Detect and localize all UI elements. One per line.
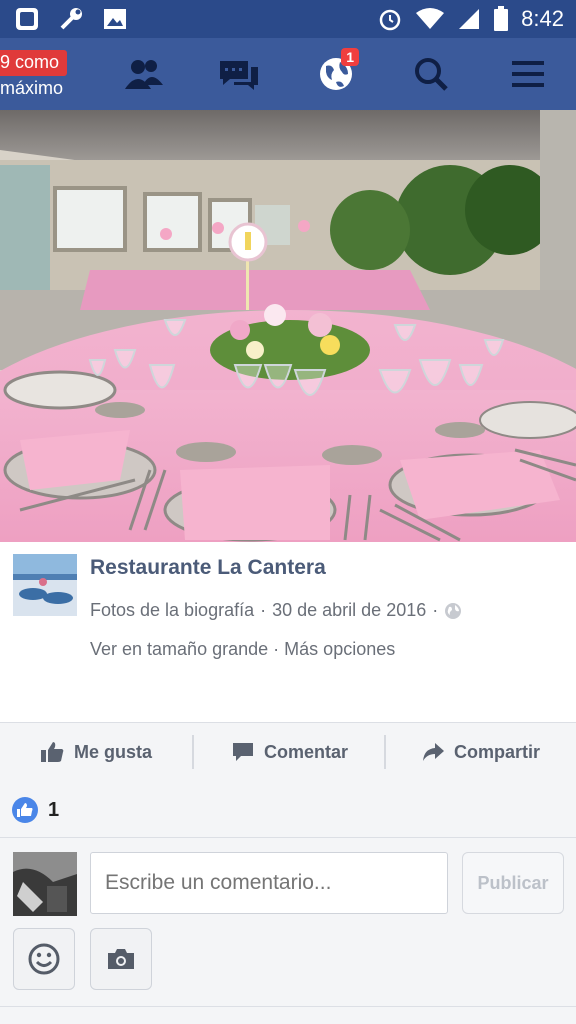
smiley-icon <box>28 943 60 975</box>
share-button[interactable]: Compartir <box>422 723 540 781</box>
public-globe-icon <box>445 602 462 619</box>
action-bar: Me gusta Comentar Compartir <box>0 722 576 782</box>
menu-icon <box>512 61 544 87</box>
action-divider <box>192 735 194 769</box>
photo-button[interactable] <box>90 928 152 990</box>
thumbs-up-icon <box>41 742 64 762</box>
post-photo[interactable] <box>0 110 576 542</box>
like-reaction-icon <box>12 797 38 823</box>
user-avatar <box>13 852 77 916</box>
app-notification-icon <box>16 8 38 30</box>
alarm-icon <box>379 9 401 31</box>
share-arrow-icon <box>423 743 444 761</box>
more-options-link[interactable]: Más opciones <box>284 639 395 659</box>
meta-separator: · <box>432 600 439 620</box>
comment-label: Comentar <box>264 741 349 762</box>
post-info: Restaurante La Cantera Fotos de la biogr… <box>0 542 576 722</box>
share-label: Compartir <box>454 741 541 762</box>
post-meta: Fotos de la biografía · 30 de abril de 2… <box>90 600 462 621</box>
notification-badge: 1 <box>341 48 359 66</box>
search-icon <box>415 58 448 91</box>
emoji-button[interactable] <box>13 928 75 990</box>
camera-icon <box>108 949 134 969</box>
restaurant-table-image <box>0 110 576 542</box>
comment-input[interactable] <box>90 852 448 914</box>
promo-label: 9 como <box>0 50 68 76</box>
action-divider <box>384 735 386 769</box>
status-time: 8:42 <box>521 6 564 31</box>
search-tab[interactable] <box>408 52 454 96</box>
comment-button[interactable]: Comentar <box>232 723 348 781</box>
comment-bubble-icon <box>233 743 253 761</box>
menu-tab[interactable] <box>505 52 551 96</box>
battery-icon <box>494 6 509 31</box>
image-icon <box>104 9 126 29</box>
messages-icon <box>220 61 258 90</box>
notifications-tab[interactable]: 1 <box>313 48 359 96</box>
page-name-link[interactable]: Restaurante La Cantera <box>90 556 326 580</box>
signal-icon <box>459 9 480 29</box>
page-avatar[interactable] <box>13 554 77 616</box>
meta-separator: · <box>260 600 267 620</box>
promo-label-secondary: máximo <box>0 78 64 98</box>
wifi-icon <box>416 8 445 29</box>
top-navigation: 9 como máximo 1 <box>0 38 576 110</box>
wrench-icon <box>60 8 82 30</box>
links-separator: · <box>273 639 280 659</box>
bottom-divider <box>0 1006 576 1007</box>
like-count: 1 <box>48 799 60 821</box>
album-link[interactable]: Fotos de la biografía <box>90 600 254 621</box>
reactions-row[interactable]: 1 <box>0 781 576 838</box>
like-button[interactable]: Me gusta <box>40 723 152 781</box>
messages-tab[interactable] <box>216 52 262 96</box>
thumbs-up-icon <box>17 803 33 817</box>
publish-button[interactable]: Publicar <box>462 852 564 914</box>
view-large-link[interactable]: Ver en tamaño grande <box>90 639 268 659</box>
status-bar: 8:42 <box>0 0 576 38</box>
post-date: 30 de abril de 2016 <box>272 600 427 620</box>
friends-tab[interactable] <box>121 52 167 96</box>
like-label: Me gusta <box>74 741 153 762</box>
comment-composer: Publicar <box>0 838 576 1024</box>
post-links: Ver en tamaño grande · Más opciones <box>90 639 395 660</box>
friends-icon <box>125 60 163 89</box>
